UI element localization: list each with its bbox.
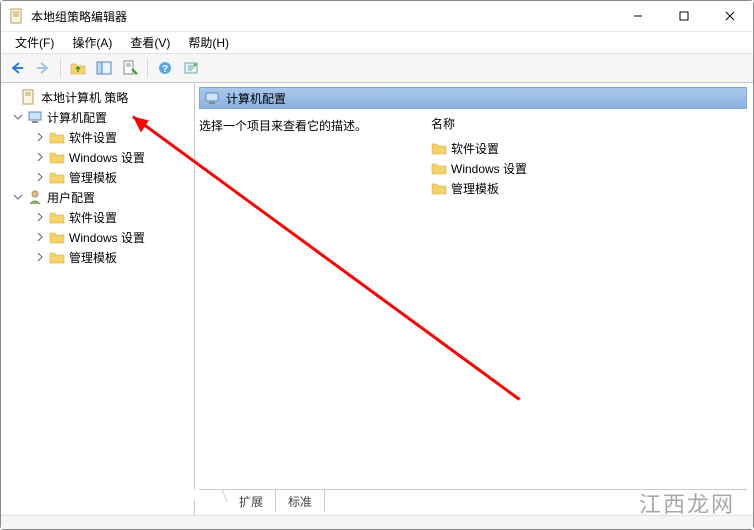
tab-standard[interactable]: 标准 <box>276 490 325 512</box>
content-area: 本地计算机 策略 计算机配置 软件设置 Windows 设置 管理模板 用户配置 <box>1 83 753 515</box>
tree-pane[interactable]: 本地计算机 策略 计算机配置 软件设置 Windows 设置 管理模板 用户配置 <box>1 83 195 515</box>
list-item[interactable]: Windows 设置 <box>431 158 747 178</box>
tree-item-software[interactable]: 软件设置 <box>1 127 194 147</box>
tree-label: 软件设置 <box>69 209 117 226</box>
tree-user-config[interactable]: 用户配置 <box>1 187 194 207</box>
folder-icon <box>49 149 65 165</box>
list-item[interactable]: 管理模板 <box>431 178 747 198</box>
folder-icon <box>49 209 65 225</box>
tree-label: Windows 设置 <box>69 229 145 246</box>
chevron-right-icon[interactable] <box>33 230 47 244</box>
folder-icon <box>49 249 65 265</box>
tree-label: 管理模板 <box>69 249 117 266</box>
folder-icon <box>431 140 447 156</box>
main-header: 计算机配置 <box>199 87 747 109</box>
folder-icon <box>431 180 447 196</box>
description-column: 选择一个项目来查看它的描述。 <box>199 113 421 489</box>
statusbar <box>1 515 753 529</box>
tree-label: 本地计算机 策略 <box>41 89 128 106</box>
menu-action[interactable]: 操作(A) <box>64 32 120 53</box>
policy-icon <box>21 89 37 105</box>
minimize-button[interactable] <box>615 1 661 31</box>
list-item-label: Windows 设置 <box>451 160 527 177</box>
close-button[interactable] <box>707 1 753 31</box>
folder-icon <box>49 129 65 145</box>
folder-icon <box>49 229 65 245</box>
menubar: 文件(F) 操作(A) 查看(V) 帮助(H) <box>1 31 753 53</box>
chevron-right-icon[interactable] <box>33 250 47 264</box>
menu-help[interactable]: 帮助(H) <box>180 32 237 53</box>
tree-label: 用户配置 <box>47 189 95 206</box>
back-button[interactable] <box>5 56 29 80</box>
up-button[interactable] <box>66 56 90 80</box>
tree-label: 软件设置 <box>69 129 117 146</box>
folder-icon <box>49 169 65 185</box>
tree-label: 管理模板 <box>69 169 117 186</box>
chevron-down-icon[interactable] <box>11 190 25 204</box>
tree-item-windows[interactable]: Windows 设置 <box>1 147 194 167</box>
titlebar: 本地组策略编辑器 <box>1 1 753 31</box>
chevron-down-icon[interactable] <box>11 110 25 124</box>
tree-label: 计算机配置 <box>47 109 107 126</box>
maximize-button[interactable] <box>661 1 707 31</box>
user-icon <box>27 189 43 205</box>
list-item-label: 管理模板 <box>451 180 499 197</box>
list-item[interactable]: 软件设置 <box>431 138 747 158</box>
tree-item-admin[interactable]: 管理模板 <box>1 247 194 267</box>
toolbar: ? <box>1 53 753 83</box>
forward-button[interactable] <box>31 56 55 80</box>
chevron-right-icon[interactable] <box>33 130 47 144</box>
tab-strip: 扩展 标准 <box>199 489 747 513</box>
app-icon <box>9 8 25 24</box>
tree-item-admin[interactable]: 管理模板 <box>1 167 194 187</box>
tree-label: Windows 设置 <box>69 149 145 166</box>
chevron-right-icon[interactable] <box>33 170 47 184</box>
help-button[interactable]: ? <box>153 56 177 80</box>
chevron-right-icon[interactable] <box>33 210 47 224</box>
computer-icon <box>27 109 43 125</box>
menu-view[interactable]: 查看(V) <box>122 32 178 53</box>
list-column: 名称 软件设置 Windows 设置 管理模板 <box>431 113 747 489</box>
show-hide-tree-button[interactable] <box>92 56 116 80</box>
tree-computer-config[interactable]: 计算机配置 <box>1 107 194 127</box>
tree-item-software[interactable]: 软件设置 <box>1 207 194 227</box>
tree-item-windows[interactable]: Windows 设置 <box>1 227 194 247</box>
properties-button[interactable] <box>118 56 142 80</box>
computer-icon <box>204 90 220 106</box>
list-item-label: 软件设置 <box>451 140 499 157</box>
folder-icon <box>431 160 447 176</box>
tab-extended[interactable]: 扩展 <box>227 490 276 512</box>
window-title: 本地组策略编辑器 <box>31 8 615 25</box>
chevron-right-icon[interactable] <box>33 150 47 164</box>
main-pane: 计算机配置 选择一个项目来查看它的描述。 名称 软件设置 Windows 设置 … <box>195 83 753 515</box>
filter-button[interactable] <box>179 56 203 80</box>
svg-text:?: ? <box>162 64 168 75</box>
tree-root[interactable]: 本地计算机 策略 <box>1 87 194 107</box>
description-text: 选择一个项目来查看它的描述。 <box>199 117 421 134</box>
list-header-name: 名称 <box>431 113 747 138</box>
menu-file[interactable]: 文件(F) <box>7 32 62 53</box>
main-header-label: 计算机配置 <box>226 90 286 107</box>
